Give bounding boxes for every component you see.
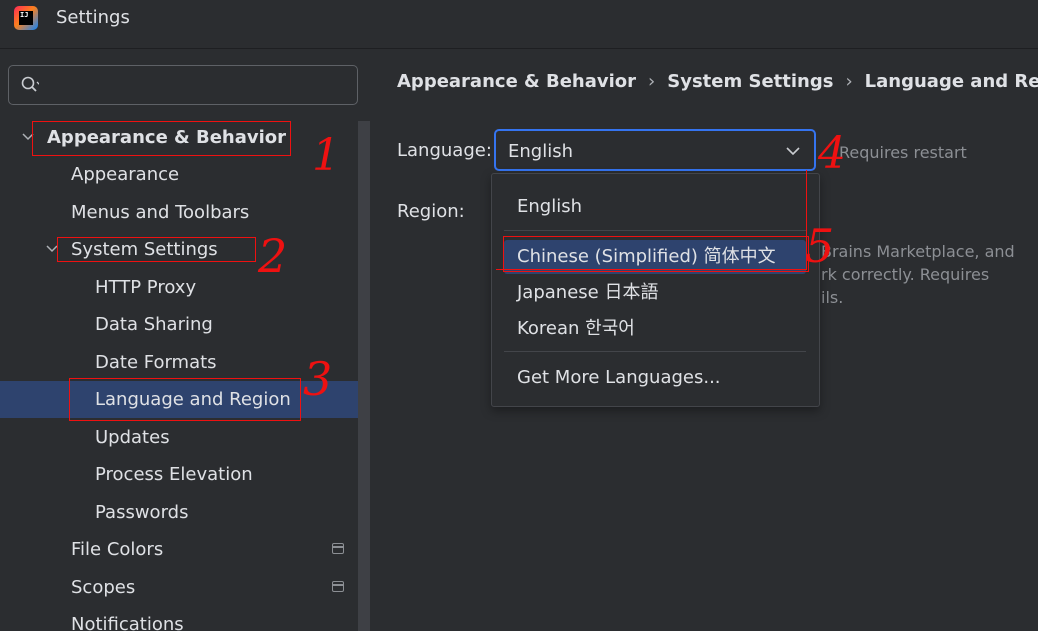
get-more-languages-link[interactable]: Get More Languages... xyxy=(504,361,806,395)
tree-label: Appearance xyxy=(71,164,180,185)
search-icon[interactable] xyxy=(21,76,39,94)
tree-item-appearance[interactable]: Appearance xyxy=(0,156,358,193)
tree-item-system-settings[interactable]: System Settings xyxy=(0,231,358,268)
title-bar: IJ Settings xyxy=(0,0,1038,49)
tree-item-process-elevation[interactable]: Process Elevation xyxy=(0,456,358,493)
language-dropdown: English Chinese (Simplified) 简体中文 Japane… xyxy=(491,173,820,407)
tree-item-scopes[interactable]: Scopes xyxy=(0,569,358,606)
tree-item-data-sharing[interactable]: Data Sharing xyxy=(0,306,358,343)
region-hint-line: ils. xyxy=(821,288,844,307)
tree-item-menus-toolbars[interactable]: Menus and Toolbars xyxy=(0,194,358,231)
tree-item-updates[interactable]: Updates xyxy=(0,419,358,456)
chevron-down-icon[interactable] xyxy=(46,231,60,268)
region-label: Region: xyxy=(397,201,465,222)
breadcrumb-item[interactable]: System Settings xyxy=(667,71,833,92)
tree-item-passwords[interactable]: Passwords xyxy=(0,494,358,531)
chevron-right-icon: › xyxy=(648,71,656,92)
tree-label: Passwords xyxy=(95,502,189,523)
window-title: Settings xyxy=(56,7,130,28)
chevron-right-icon: › xyxy=(845,71,853,92)
breadcrumb-item[interactable]: Appearance & Behavior xyxy=(397,71,636,92)
breadcrumb: Appearance & Behavior › System Settings › La… xyxy=(397,71,1038,92)
tree-item-file-colors[interactable]: File Colors xyxy=(0,531,358,568)
dropdown-option-english[interactable]: English xyxy=(504,190,806,224)
tree-label: Updates xyxy=(95,427,170,448)
breadcrumb-item: Language and Region xyxy=(864,71,1038,92)
dropdown-separator xyxy=(504,230,806,231)
language-label: Language: xyxy=(397,140,492,161)
sidebar-scrollbar[interactable] xyxy=(358,121,370,631)
language-select[interactable]: English xyxy=(494,129,816,171)
project-level-icon xyxy=(332,581,344,592)
region-hint-line: rk correctly. Requires xyxy=(821,265,990,284)
tree-label: Menus and Toolbars xyxy=(71,202,250,223)
tree-label: HTTP Proxy xyxy=(95,277,197,298)
chevron-down-icon[interactable] xyxy=(786,146,800,156)
tree-item-language-region[interactable]: Language and Region xyxy=(0,381,358,418)
tree-label: File Colors xyxy=(71,539,164,560)
project-level-icon xyxy=(332,543,344,554)
settings-tree: Appearance & Behavior Appearance Menus a… xyxy=(0,119,358,631)
restart-hint: Requires restart xyxy=(839,143,967,162)
language-select-value: English xyxy=(508,141,573,162)
dropdown-option-chinese[interactable]: Chinese (Simplified) 简体中文 xyxy=(504,240,806,274)
search-input[interactable] xyxy=(53,72,347,100)
region-hint-line: Brains Marketplace, and xyxy=(821,242,1015,261)
tree-label: Language and Region xyxy=(95,389,291,410)
tree-item-notifications[interactable]: Notifications xyxy=(0,606,358,631)
tree-label: Data Sharing xyxy=(95,314,213,335)
chevron-down-icon[interactable] xyxy=(22,119,36,156)
tree-item-http-proxy[interactable]: HTTP Proxy xyxy=(0,269,358,306)
settings-sidebar: Appearance & Behavior Appearance Menus a… xyxy=(0,49,370,631)
tree-item-appearance-behavior[interactable]: Appearance & Behavior xyxy=(0,119,358,156)
dropdown-option-japanese[interactable]: Japanese 日本語 xyxy=(504,276,806,310)
dropdown-separator xyxy=(504,351,806,352)
app-icon-letters: IJ xyxy=(19,11,33,25)
search-box[interactable] xyxy=(8,65,358,105)
tree-label: Process Elevation xyxy=(95,464,253,485)
tree-label: Scopes xyxy=(71,577,136,598)
tree-label: Appearance & Behavior xyxy=(47,127,287,148)
tree-item-date-formats[interactable]: Date Formats xyxy=(0,344,358,381)
tree-label: System Settings xyxy=(71,239,218,260)
intellij-app-icon: IJ xyxy=(14,6,38,30)
tree-label: Notifications xyxy=(71,614,184,631)
dropdown-option-korean[interactable]: Korean 한국어 xyxy=(504,312,806,346)
tree-label: Date Formats xyxy=(95,352,217,373)
